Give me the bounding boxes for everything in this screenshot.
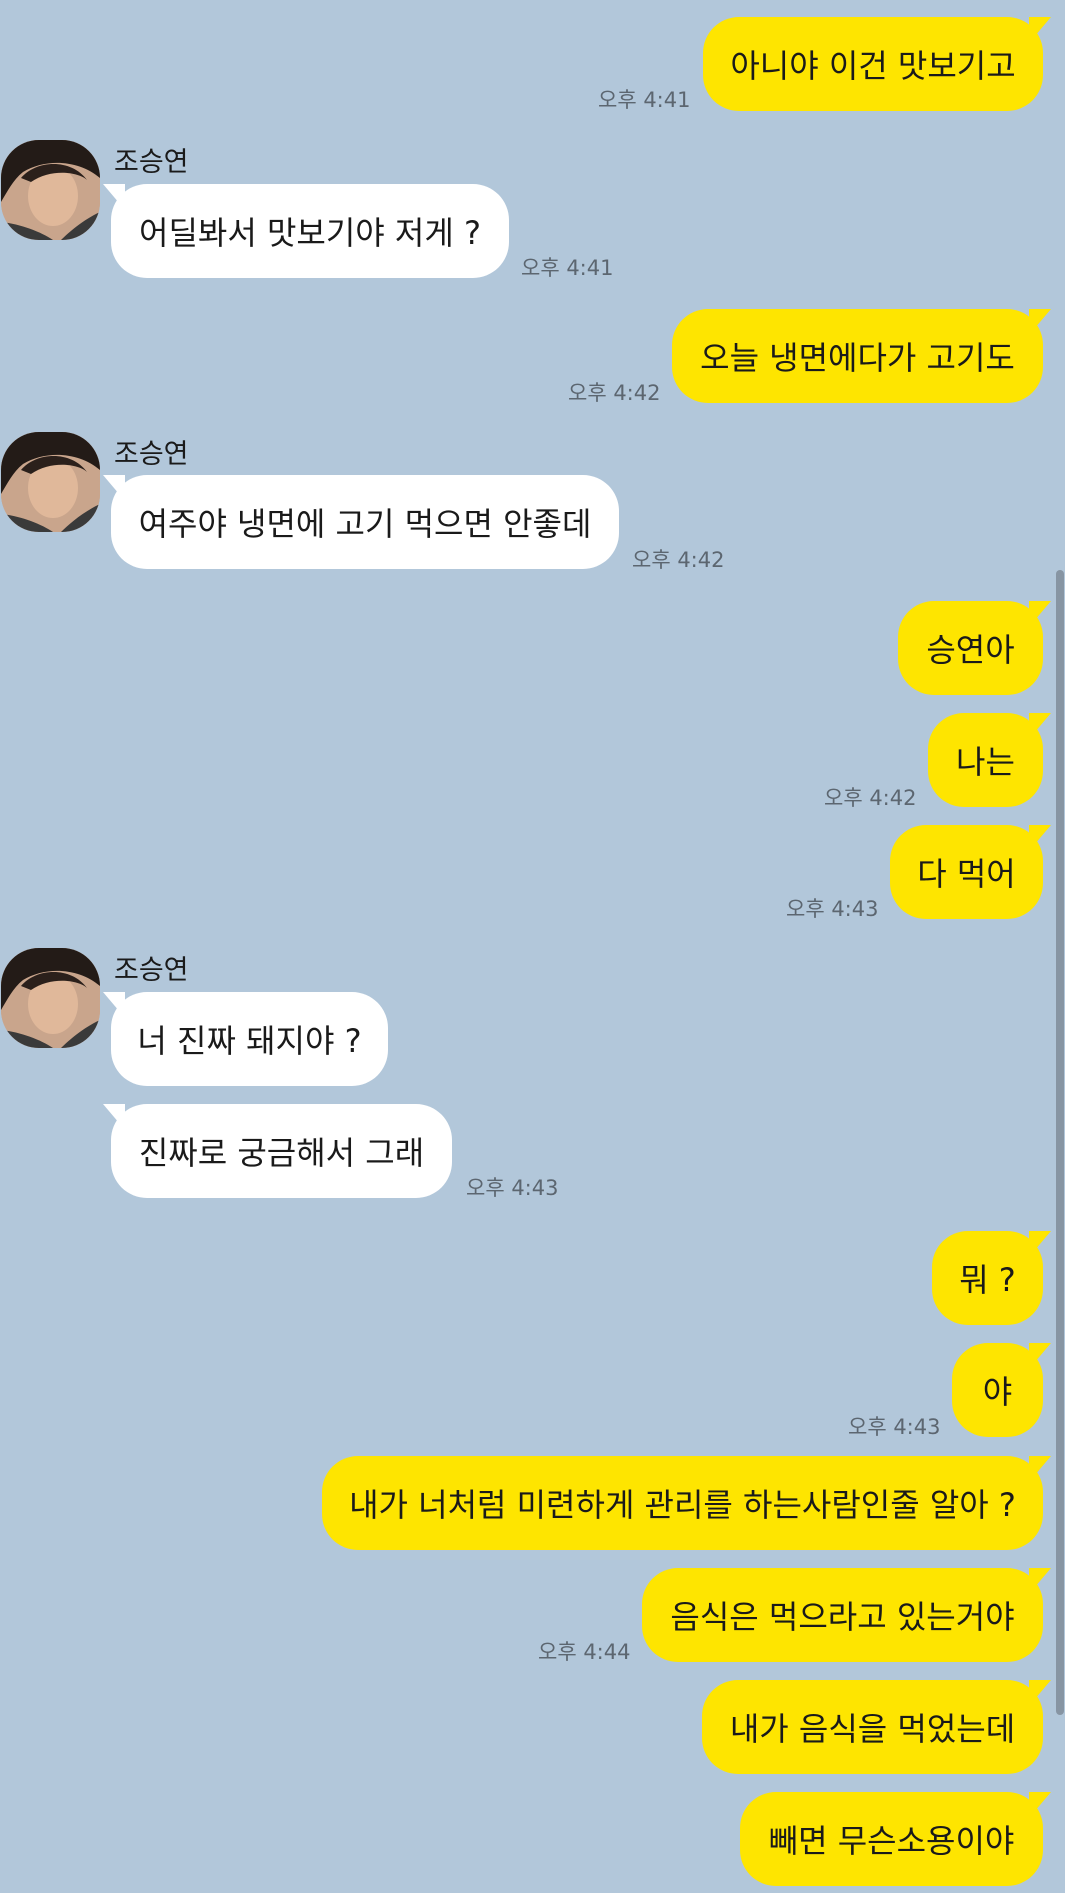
- other-message-bubble[interactable]: 너 진짜 돼지야 ?: [103, 992, 388, 1086]
- message-timestamp: 오후 4:42: [824, 786, 917, 810]
- message-timestamp: 오후 4:42: [568, 381, 661, 405]
- sender-name: 조승연: [114, 147, 189, 178]
- avatar-photo-icon: [1, 432, 100, 532]
- other-message-bubble[interactable]: 진짜로 궁금해서 그래: [103, 1104, 452, 1198]
- my-message-bubble[interactable]: 뭐 ?: [932, 1231, 1051, 1325]
- my-message-bubble[interactable]: 내가 너처럼 미련하게 관리를 하는사람인줄 알아 ?: [322, 1456, 1051, 1550]
- message-timestamp: 오후 4:43: [786, 897, 879, 921]
- my-message-bubble[interactable]: 나는: [928, 713, 1051, 807]
- sender-name: 조승연: [114, 955, 189, 986]
- my-message-bubble[interactable]: 음식은 먹으라고 있는거야: [642, 1568, 1051, 1662]
- sender-name: 조승연: [114, 439, 189, 470]
- other-message-bubble[interactable]: 어딜봐서 맛보기야 저게 ?: [103, 184, 509, 278]
- my-message-bubble[interactable]: 빼면 무슨소용이야: [740, 1792, 1051, 1886]
- avatar-photo-icon: [1, 140, 100, 240]
- message-timestamp: 오후 4:42: [632, 548, 725, 572]
- my-message-bubble[interactable]: 내가 음식을 먹었는데: [702, 1680, 1051, 1774]
- my-message-bubble[interactable]: 다 먹어: [890, 825, 1051, 919]
- message-timestamp: 오후 4:41: [598, 88, 691, 112]
- message-timestamp: 오후 4:43: [848, 1415, 941, 1439]
- my-message-bubble[interactable]: 승연아: [898, 601, 1051, 695]
- other-message-bubble[interactable]: 여주야 냉면에 고기 먹으면 안좋데: [103, 475, 619, 569]
- message-timestamp: 오후 4:43: [466, 1176, 559, 1200]
- my-message-bubble[interactable]: 오늘 냉면에다가 고기도: [672, 309, 1051, 403]
- sender-avatar[interactable]: [1, 948, 100, 1048]
- avatar-photo-icon: [1, 948, 100, 1048]
- my-message-bubble[interactable]: 야: [952, 1343, 1051, 1437]
- sender-avatar[interactable]: [1, 432, 100, 532]
- sender-avatar[interactable]: [1, 140, 100, 240]
- my-message-bubble[interactable]: 아니야 이건 맛보기고: [703, 17, 1051, 111]
- scrollbar-thumb[interactable]: [1056, 570, 1064, 1715]
- message-timestamp: 오후 4:41: [521, 256, 614, 280]
- message-timestamp: 오후 4:44: [538, 1640, 631, 1664]
